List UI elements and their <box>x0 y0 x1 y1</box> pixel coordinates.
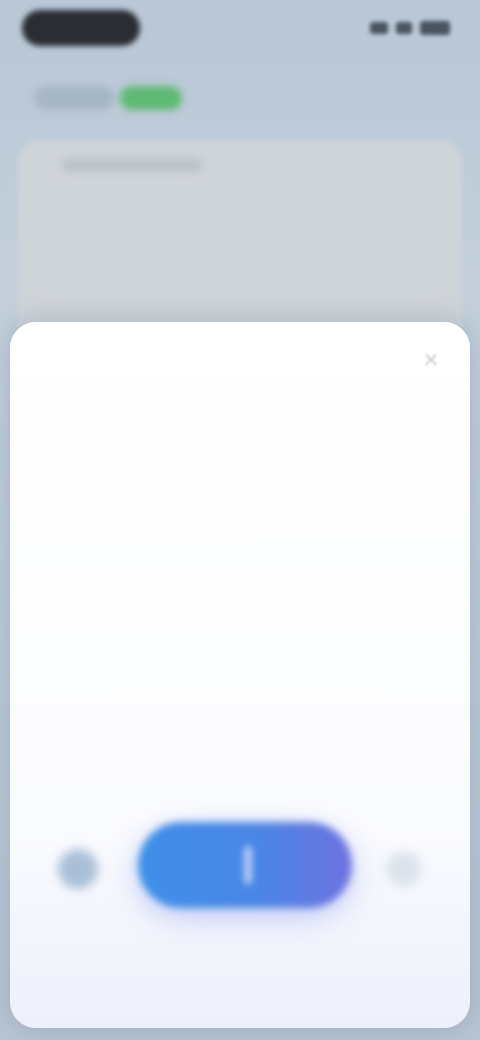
background-card-title <box>62 158 202 172</box>
tab-first[interactable] <box>34 86 114 110</box>
close-icon[interactable]: ✕ <box>420 350 442 372</box>
primary-action-button[interactable] <box>138 822 352 908</box>
status-time <box>22 10 140 46</box>
tab-bar <box>0 78 480 118</box>
tab-active[interactable] <box>120 86 182 110</box>
wifi-icon <box>396 22 412 34</box>
signal-icon <box>370 22 388 34</box>
status-icons <box>360 20 450 36</box>
left-control-button[interactable] <box>58 849 98 889</box>
status-bar <box>0 0 480 60</box>
battery-icon <box>420 21 450 35</box>
action-icon <box>245 846 251 884</box>
right-control-button[interactable] <box>386 851 422 887</box>
bottom-sheet: ✕ <box>10 322 470 1028</box>
